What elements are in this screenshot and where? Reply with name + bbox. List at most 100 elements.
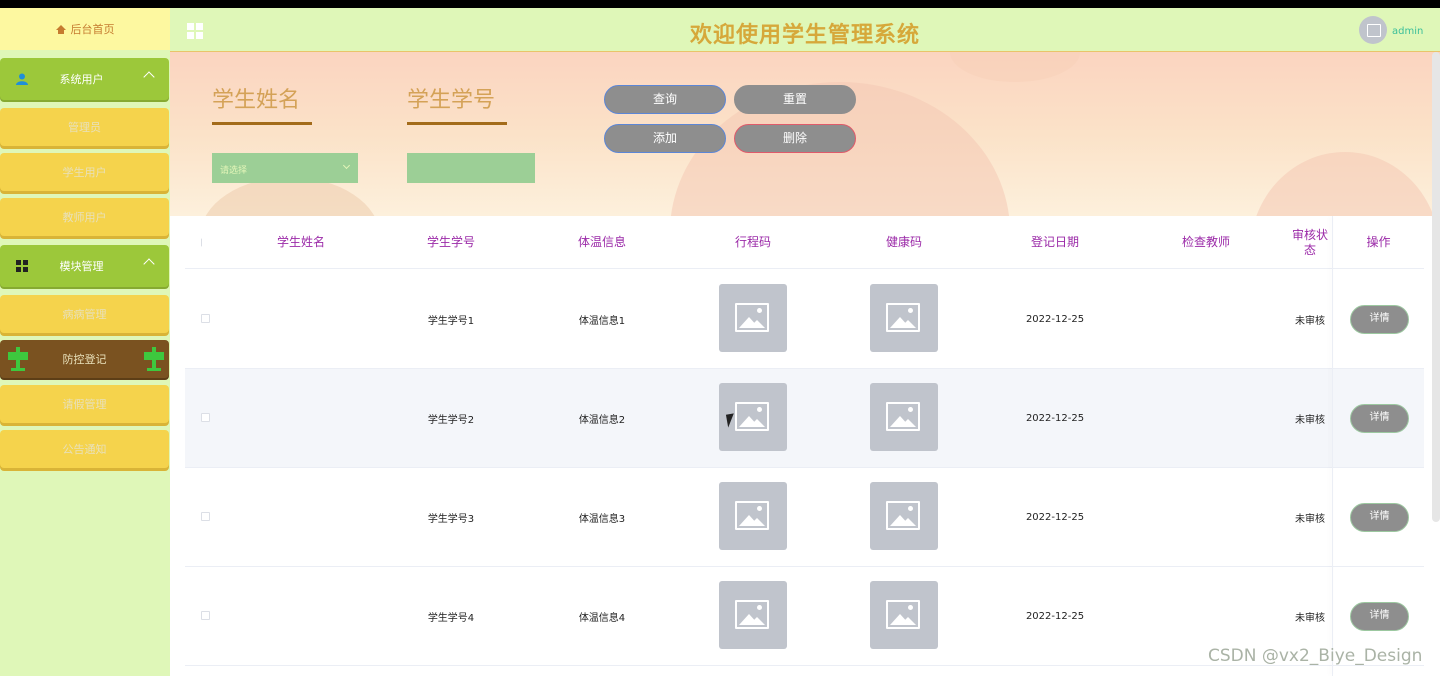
sidebar-home[interactable]: 后台首页	[0, 8, 170, 50]
sidebar-item-label: 防控登记	[62, 353, 107, 366]
sidebar-group-label: 模块管理	[59, 260, 104, 273]
sidebar-item-label: 请假管理	[62, 398, 107, 411]
sidebar: 后台首页 系统用户 管理员 学生用户 教师用户 模块管理 病病管理 防控登记 请…	[0, 8, 170, 676]
cell-date: 2022-12-25	[1025, 611, 1085, 622]
fixed-column-divider	[1332, 216, 1333, 676]
page-scrollbar[interactable]	[1432, 52, 1440, 522]
username[interactable]: admin	[1392, 26, 1423, 37]
table-header: 学生姓名 学生学号 体温信息 行程码 健康码 登记日期 检查教师 审核状态 操作	[185, 216, 1424, 269]
sidebar-group-system-users[interactable]: 系统用户	[0, 58, 169, 100]
add-button[interactable]: 添加	[604, 124, 726, 153]
image-placeholder-icon[interactable]	[719, 284, 787, 352]
avatar[interactable]	[1359, 16, 1387, 44]
cell-temperature: 体温信息4	[578, 613, 626, 624]
cell-name	[225, 468, 377, 567]
sidebar-item-teacher-users[interactable]: 教师用户	[0, 198, 169, 236]
row-checkbox[interactable]	[201, 314, 210, 323]
signpost-icon	[8, 347, 28, 371]
cell-teacher	[1130, 468, 1282, 567]
top-strip	[0, 0, 1440, 8]
cell-name	[225, 270, 377, 369]
column-header[interactable]: 健康码	[828, 216, 980, 269]
signpost-icon	[144, 347, 164, 371]
sidebar-item-prevention-registration[interactable]: 防控登记	[0, 340, 169, 378]
column-header[interactable]: 登记日期	[979, 216, 1131, 269]
cell-student-id: 学生学号2	[427, 415, 475, 426]
column-header[interactable]: 审核状态	[1289, 216, 1331, 269]
column-header[interactable]: 学生学号	[375, 216, 527, 269]
cell-date: 2022-12-25	[1025, 413, 1085, 424]
cell-temperature: 体温信息3	[578, 514, 626, 525]
column-header: 操作	[1366, 235, 1391, 249]
cell-status: 未审核	[1295, 415, 1325, 426]
detail-button[interactable]: 详情	[1350, 404, 1409, 433]
sidebar-item-label: 教师用户	[62, 211, 107, 224]
column-header[interactable]: 行程码	[677, 216, 829, 269]
image-placeholder-icon[interactable]	[719, 482, 787, 550]
query-button[interactable]: 查询	[604, 85, 726, 114]
sidebar-item-student-users[interactable]: 学生用户	[0, 153, 169, 191]
label-underline	[212, 122, 312, 125]
column-header[interactable]: 检查教师	[1130, 216, 1282, 269]
top-header: 欢迎使用学生管理系统 admin	[170, 8, 1440, 52]
watermark: CSDN @vx2_Biye_Design	[1208, 646, 1423, 666]
cell-student-id: 学生学号4	[427, 613, 475, 624]
sidebar-item-leave-management[interactable]: 请假管理	[0, 385, 169, 423]
chevron-up-icon	[143, 71, 155, 83]
reset-button[interactable]: 重置	[734, 85, 856, 114]
image-placeholder-icon[interactable]	[870, 581, 938, 649]
column-header[interactable]: 体温信息	[526, 216, 678, 269]
cell-name	[225, 369, 377, 468]
detail-button[interactable]: 详情	[1350, 602, 1409, 631]
table-row: 学生学号2 体温信息2 2022-12-25 未审核 详情	[185, 369, 1424, 468]
chevron-down-icon	[342, 161, 351, 170]
image-placeholder-icon[interactable]	[870, 383, 938, 451]
detail-button[interactable]: 详情	[1350, 503, 1409, 532]
cell-teacher	[1130, 369, 1282, 468]
select-placeholder: 请选择	[220, 166, 248, 176]
user-icon	[16, 73, 28, 85]
student-name-label: 学生姓名	[212, 88, 301, 113]
cell-name	[225, 567, 377, 666]
cell-temperature: 体温信息1	[578, 316, 626, 327]
data-table: 学生姓名 学生学号 体温信息 行程码 健康码 登记日期 检查教师 审核状态 操作…	[185, 216, 1424, 676]
table-row: 学生学号3 体温信息3 2022-12-25 未审核 详情	[185, 468, 1424, 567]
sidebar-group-module-management[interactable]: 模块管理	[0, 245, 169, 287]
sidebar-item-announcements[interactable]: 公告通知	[0, 430, 169, 468]
search-panel: 学生姓名 请选择 学生学号 查询 重置 添加 删除	[170, 52, 1440, 216]
sidebar-group-label: 系统用户	[59, 73, 104, 86]
sidebar-item-label: 学生用户	[62, 166, 107, 179]
delete-button[interactable]: 删除	[734, 124, 856, 153]
cell-status: 未审核	[1295, 514, 1325, 525]
sidebar-item-label: 公告通知	[62, 443, 107, 456]
app-title: 欢迎使用学生管理系统	[689, 23, 920, 48]
column-header[interactable]: 学生姓名	[225, 216, 377, 269]
select-all-checkbox[interactable]	[201, 238, 210, 247]
sidebar-item-label: 管理员	[68, 121, 101, 134]
sidebar-item-admin[interactable]: 管理员	[0, 108, 169, 146]
table-row: 学生学号1 体温信息1 2022-12-25 未审核 详情	[185, 270, 1424, 369]
grid-icon	[16, 260, 28, 272]
student-name-select[interactable]: 请选择	[212, 153, 358, 183]
student-id-input[interactable]	[407, 153, 535, 183]
home-icon	[55, 24, 66, 34]
student-id-label: 学生学号	[407, 88, 496, 113]
row-checkbox[interactable]	[201, 512, 210, 521]
image-placeholder-icon[interactable]	[719, 581, 787, 649]
cell-status: 未审核	[1295, 316, 1325, 327]
cell-student-id: 学生学号3	[427, 514, 475, 525]
label-underline	[407, 122, 507, 125]
cell-temperature: 体温信息2	[578, 415, 626, 426]
cell-date: 2022-12-25	[1025, 512, 1085, 523]
cell-student-id: 学生学号1	[427, 316, 475, 327]
sidebar-home-label: 后台首页	[70, 23, 115, 36]
image-placeholder-icon[interactable]	[870, 284, 938, 352]
row-checkbox[interactable]	[201, 413, 210, 422]
sidebar-item-disease-management[interactable]: 病病管理	[0, 295, 169, 333]
cell-date: 2022-12-25	[1025, 314, 1085, 325]
image-placeholder-icon[interactable]	[870, 482, 938, 550]
row-checkbox[interactable]	[201, 611, 210, 620]
sidebar-item-label: 病病管理	[62, 308, 107, 321]
detail-button[interactable]: 详情	[1350, 305, 1409, 334]
chevron-up-icon	[143, 258, 155, 270]
